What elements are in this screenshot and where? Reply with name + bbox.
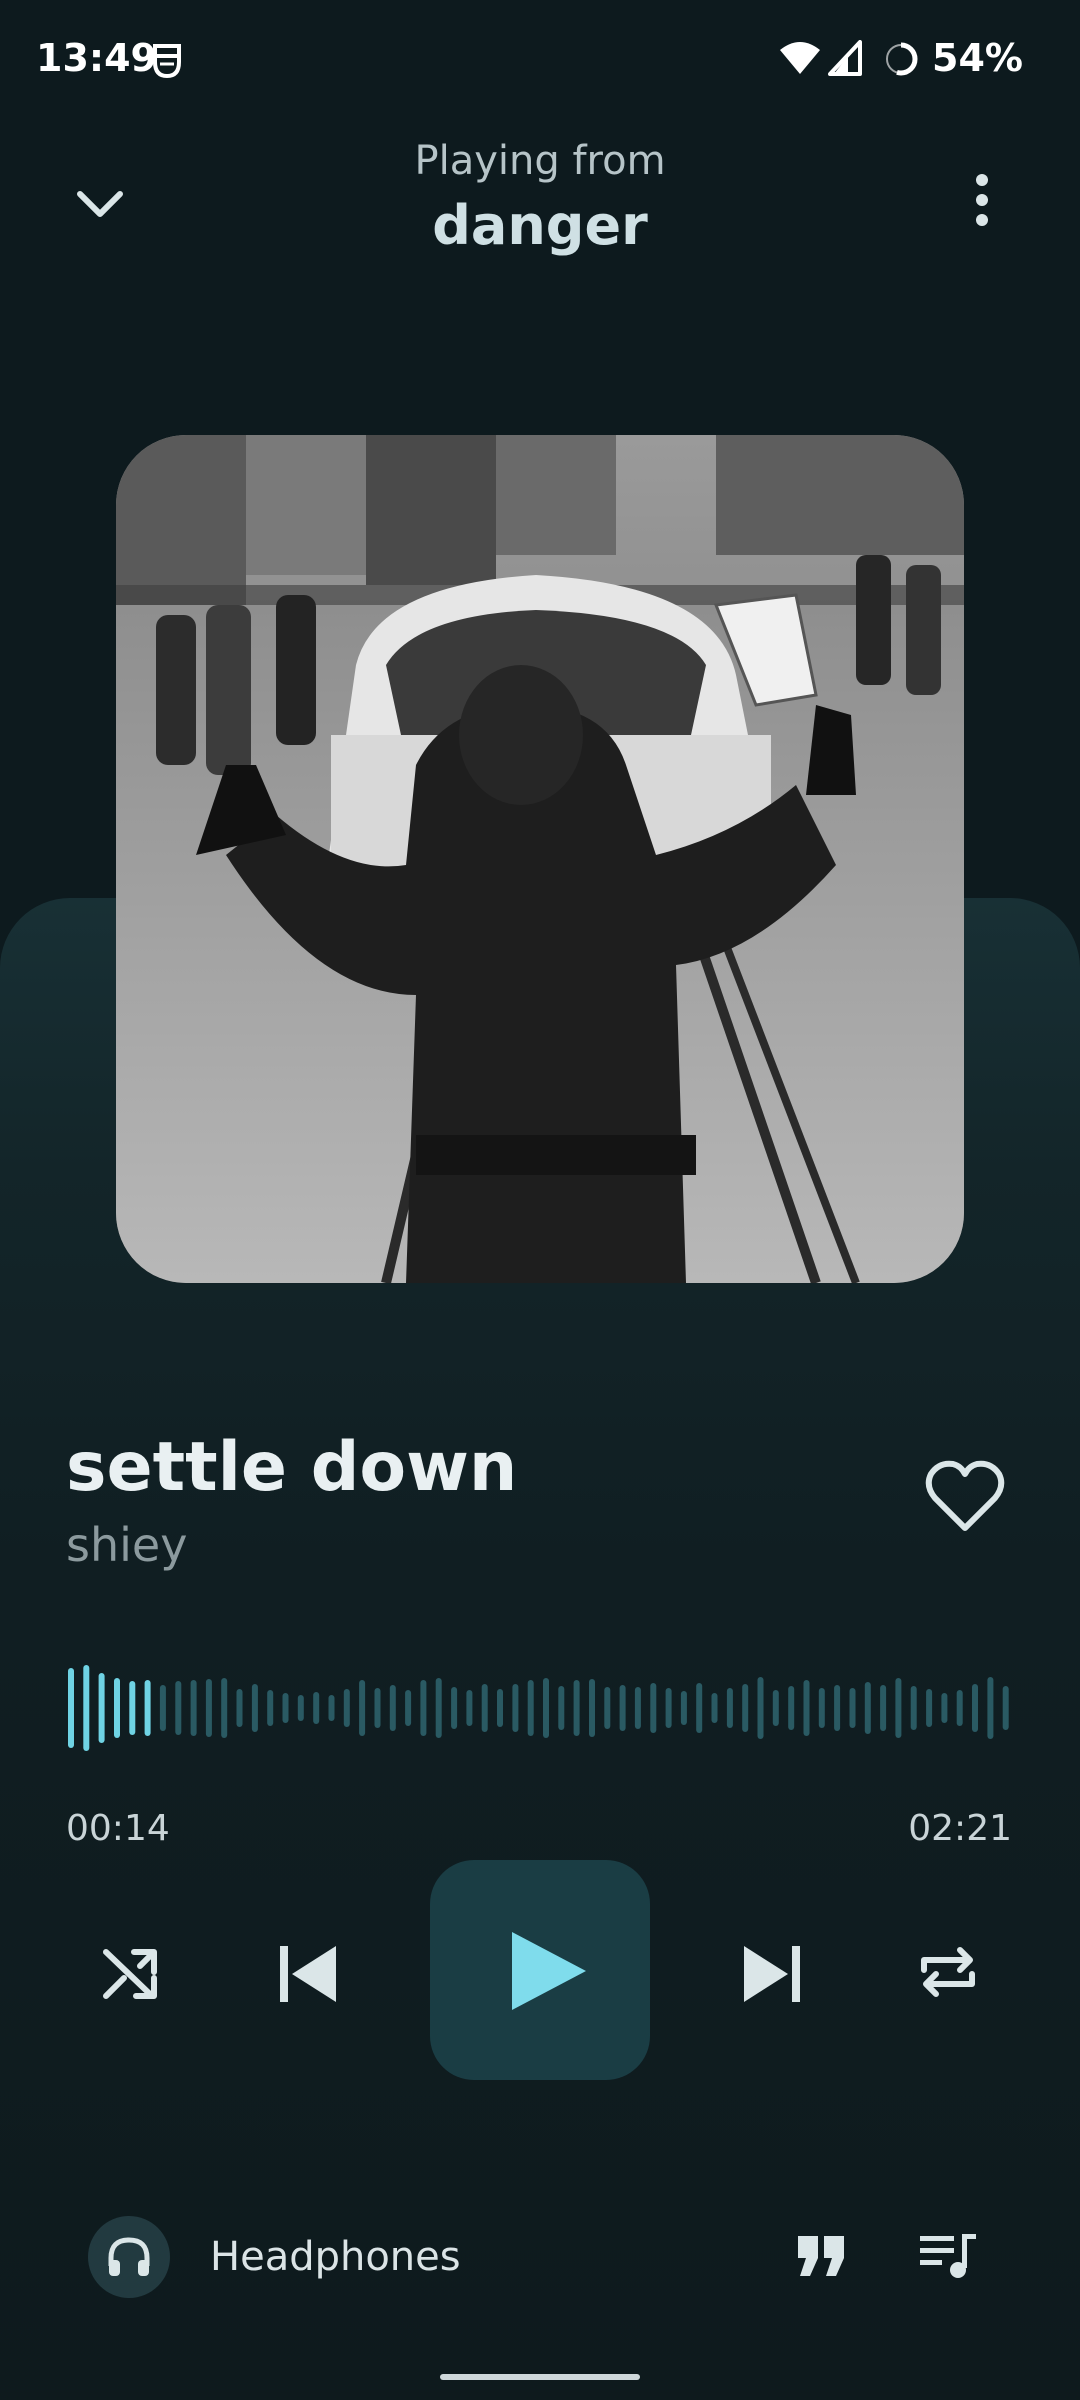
waveform-bar <box>343 1689 350 1727</box>
waveform-bar <box>481 1684 488 1732</box>
waveform-bar <box>972 1684 978 1732</box>
waveform-bar <box>451 1687 458 1729</box>
waveform-bar <box>956 1690 963 1726</box>
waveform-bar <box>420 1680 427 1736</box>
waveform-bar <box>895 1678 902 1738</box>
waveform-bar <box>68 1668 74 1748</box>
status-bar: 13:49 54% <box>0 0 1080 120</box>
waveform-bar <box>910 1686 917 1730</box>
waveform-bar <box>190 1680 197 1736</box>
waveform-bar <box>696 1683 703 1733</box>
waveform-bar <box>558 1686 565 1730</box>
waveform-bar <box>497 1689 503 1727</box>
waveform-bar <box>803 1680 810 1736</box>
waveform-bar <box>175 1681 182 1735</box>
status-time: 13:49 <box>36 36 157 80</box>
waveform-bar <box>114 1678 120 1738</box>
waveform-bar <box>512 1684 519 1732</box>
waveform-bar <box>757 1677 764 1739</box>
waveform-bar <box>83 1665 90 1751</box>
waveform-bar <box>742 1684 749 1732</box>
waveform-bar <box>589 1679 595 1737</box>
waveform-bar <box>527 1680 534 1736</box>
waveform-bar <box>205 1679 212 1737</box>
waveform-bar <box>941 1693 948 1723</box>
play-button[interactable] <box>430 1860 650 2080</box>
waveform-bar <box>711 1693 718 1723</box>
waveform-bar <box>159 1685 166 1731</box>
waveform-bar <box>849 1688 856 1728</box>
output-device-button[interactable] <box>88 2216 170 2298</box>
waveform-bar <box>880 1685 887 1731</box>
track-title: settle down <box>66 1428 518 1507</box>
headphones-icon <box>108 2237 150 2276</box>
waveform-bar <box>1002 1686 1009 1730</box>
shuffle-icon[interactable] <box>100 1940 164 2004</box>
waveform-bar <box>297 1695 304 1721</box>
signal-icon <box>828 40 862 76</box>
waveform-bar <box>665 1688 672 1728</box>
track-artist[interactable]: shiey <box>66 1518 187 1572</box>
waveform-bar <box>435 1678 442 1738</box>
waveform-bar <box>129 1681 136 1735</box>
waveform-bar <box>818 1688 825 1728</box>
playlist-name[interactable]: danger <box>0 194 1080 257</box>
waveform-bar <box>726 1688 733 1728</box>
battery-icon <box>884 42 918 76</box>
battery-percentage: 54% <box>932 36 1023 80</box>
waveform-bar <box>864 1682 871 1734</box>
waveform-bar <box>650 1683 657 1733</box>
waveform-bar <box>282 1693 289 1723</box>
waveform-bar <box>543 1678 549 1738</box>
waveform-bar <box>987 1677 994 1739</box>
waveform-bar <box>389 1685 396 1731</box>
waveform-bar <box>313 1692 320 1724</box>
waveform-bar <box>466 1690 473 1726</box>
skip-previous-icon[interactable] <box>276 1942 340 2006</box>
output-device-label[interactable]: Headphones <box>210 2234 461 2280</box>
more-vertical-icon[interactable] <box>958 170 1006 230</box>
waveform-bar <box>680 1691 687 1725</box>
wifi-icon <box>780 42 820 74</box>
waveform-bar <box>267 1690 274 1726</box>
playing-from-label: Playing from <box>414 138 666 184</box>
waveform-bar <box>251 1684 258 1732</box>
waveform-bar <box>834 1685 841 1731</box>
waveform-bar <box>604 1687 611 1729</box>
quote-icon[interactable] <box>796 2234 848 2278</box>
waveform-bar <box>619 1685 626 1731</box>
waveform-bar <box>144 1680 151 1736</box>
album-artwork <box>116 435 964 1283</box>
skip-next-icon[interactable] <box>740 1942 804 2006</box>
waveform-bar <box>634 1687 641 1729</box>
play-icon <box>512 1932 586 2010</box>
waveform-seekbar[interactable] <box>66 1658 1016 1758</box>
waveform-bar <box>772 1690 779 1726</box>
waveform-bar <box>926 1689 933 1727</box>
waveform-bar <box>236 1689 243 1727</box>
waveform-bar <box>374 1688 381 1728</box>
notification-icon <box>153 44 181 79</box>
queue-music-icon[interactable] <box>918 2230 978 2280</box>
repeat-icon[interactable] <box>916 1940 980 2004</box>
waveform-bar <box>405 1690 412 1726</box>
current-time: 00:14 <box>66 1808 170 1849</box>
waveform-bar <box>788 1686 795 1730</box>
waveform-bar <box>573 1680 580 1736</box>
waveform-bar <box>221 1678 228 1738</box>
heart-outline-icon[interactable] <box>925 1460 1005 1534</box>
waveform-bar <box>359 1680 366 1736</box>
waveform-bar <box>98 1673 105 1743</box>
waveform-bar <box>328 1695 335 1721</box>
gesture-handle[interactable] <box>440 2374 640 2380</box>
total-time: 02:21 <box>908 1808 1012 1849</box>
